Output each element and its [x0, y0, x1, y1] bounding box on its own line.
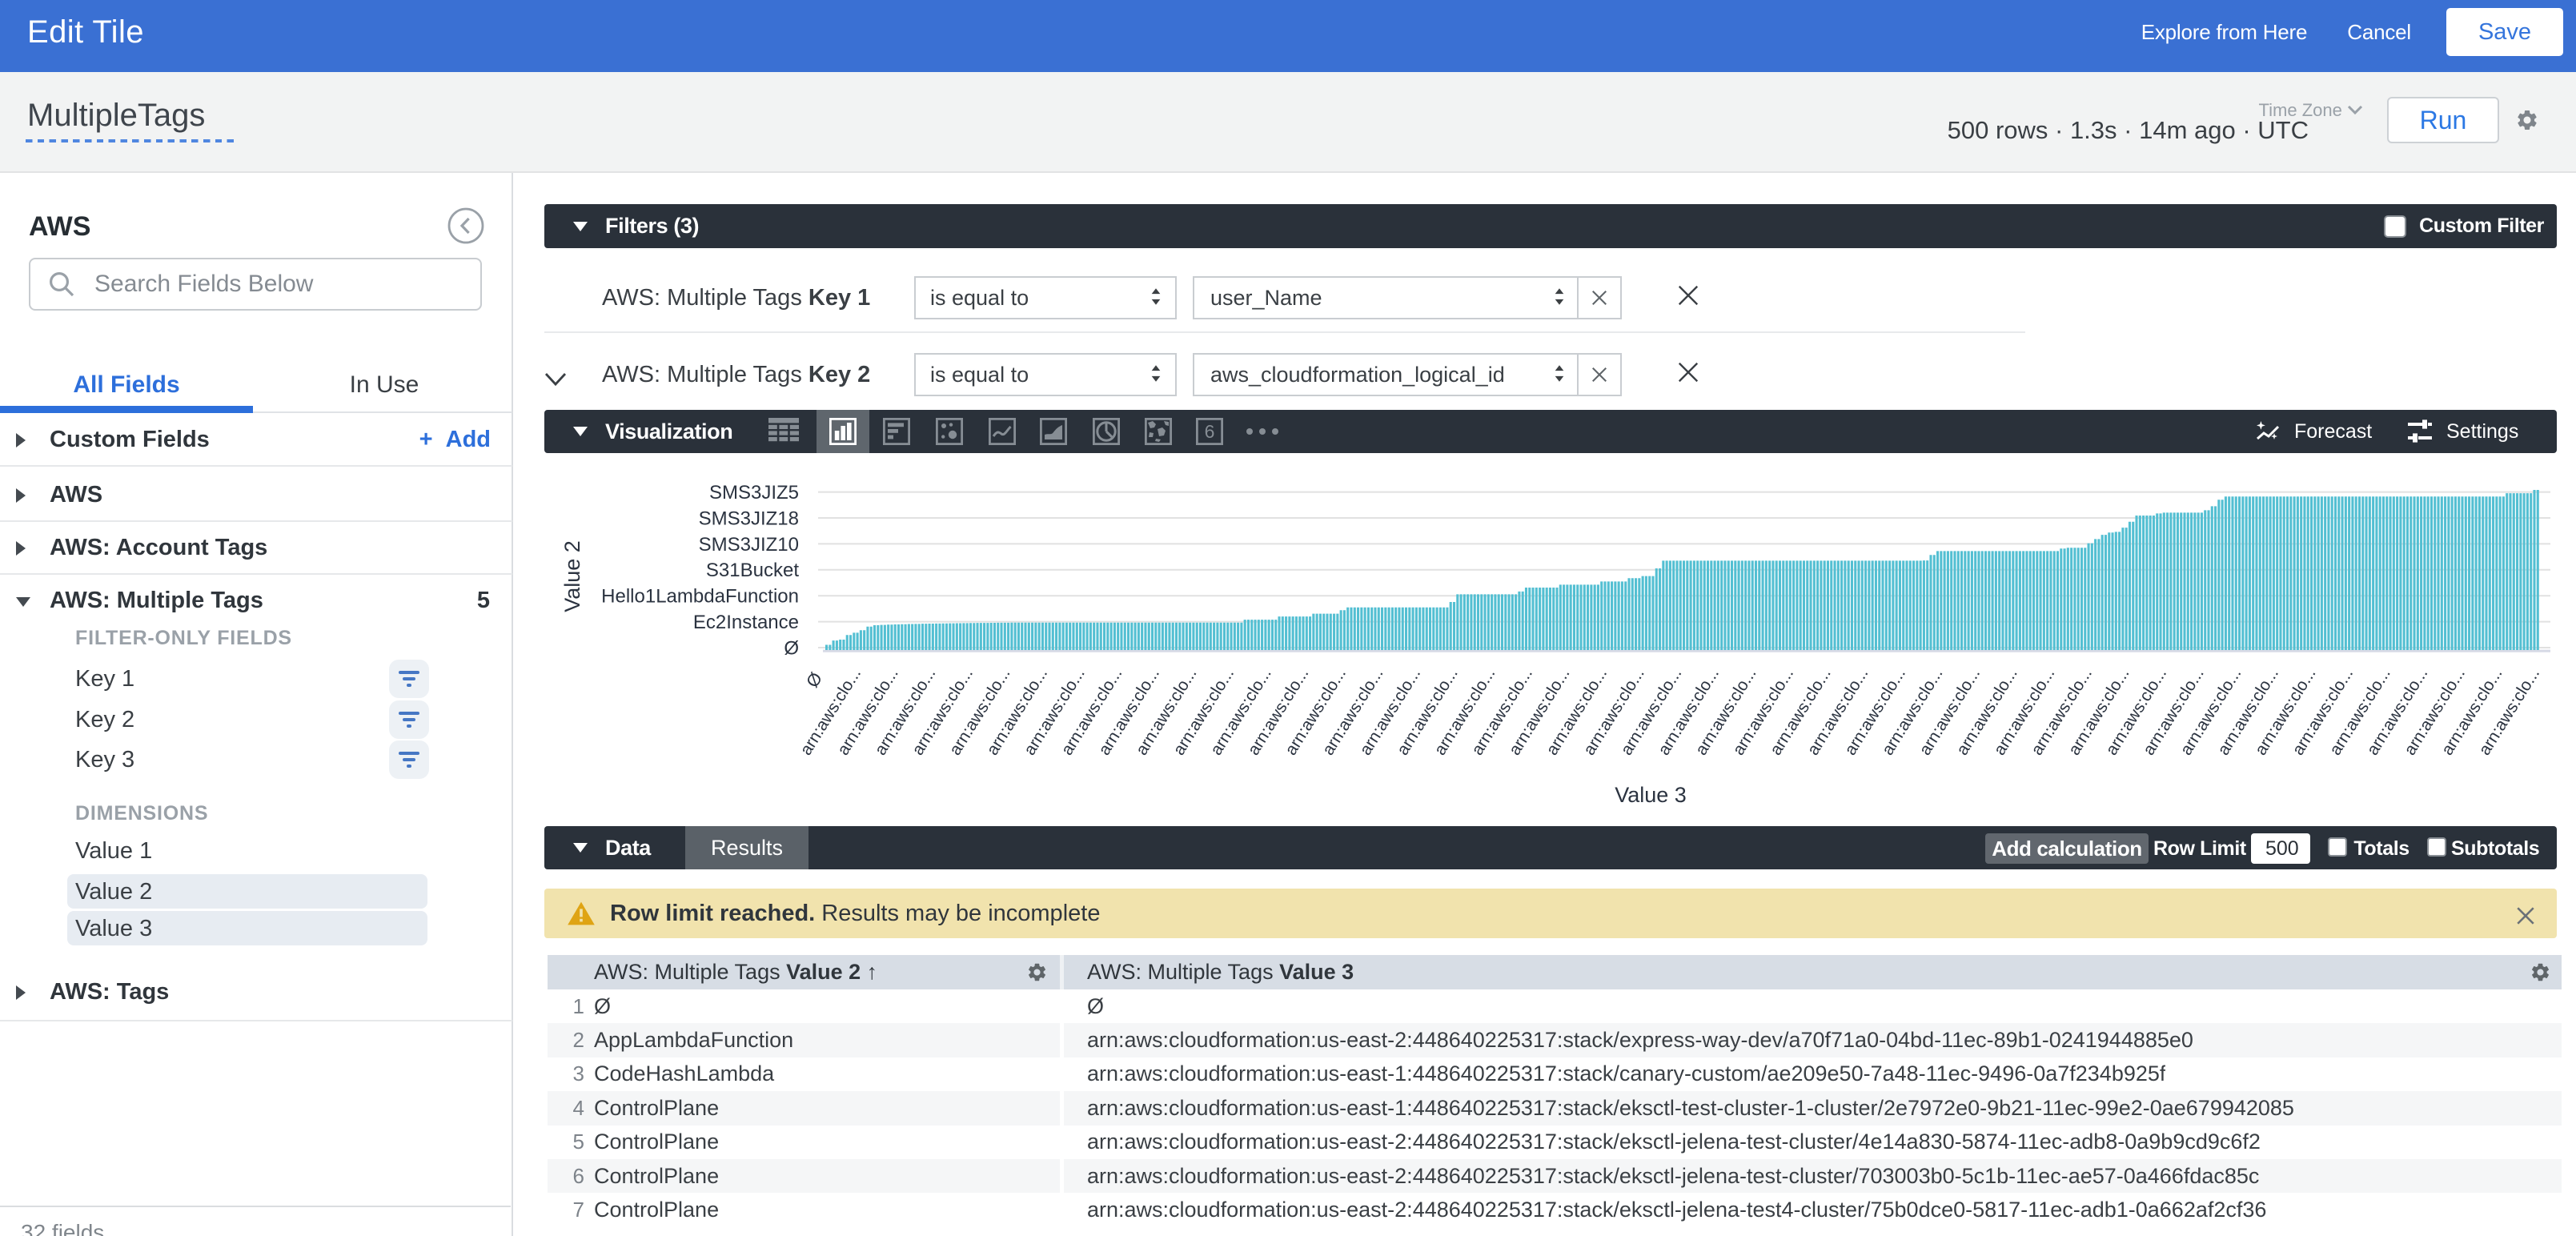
svg-text:SMS3JIZ5: SMS3JIZ5 [709, 482, 799, 504]
svg-text:6: 6 [1205, 421, 1215, 442]
svg-text:S31Bucket: S31Bucket [706, 560, 799, 581]
svg-text:Ø: Ø [784, 637, 799, 659]
svg-text:SMS3JIZ18: SMS3JIZ18 [699, 508, 799, 529]
svg-text:SMS3JIZ10: SMS3JIZ10 [699, 534, 799, 556]
svg-text:Hello1LambdaFunction: Hello1LambdaFunction [601, 586, 799, 608]
svg-text:Ec2Instance: Ec2Instance [693, 612, 799, 633]
svg-text:Value 2: Value 2 [560, 540, 584, 612]
svg-text:Ø: Ø [802, 668, 826, 691]
svg-text:Value 3: Value 3 [1615, 783, 1687, 807]
